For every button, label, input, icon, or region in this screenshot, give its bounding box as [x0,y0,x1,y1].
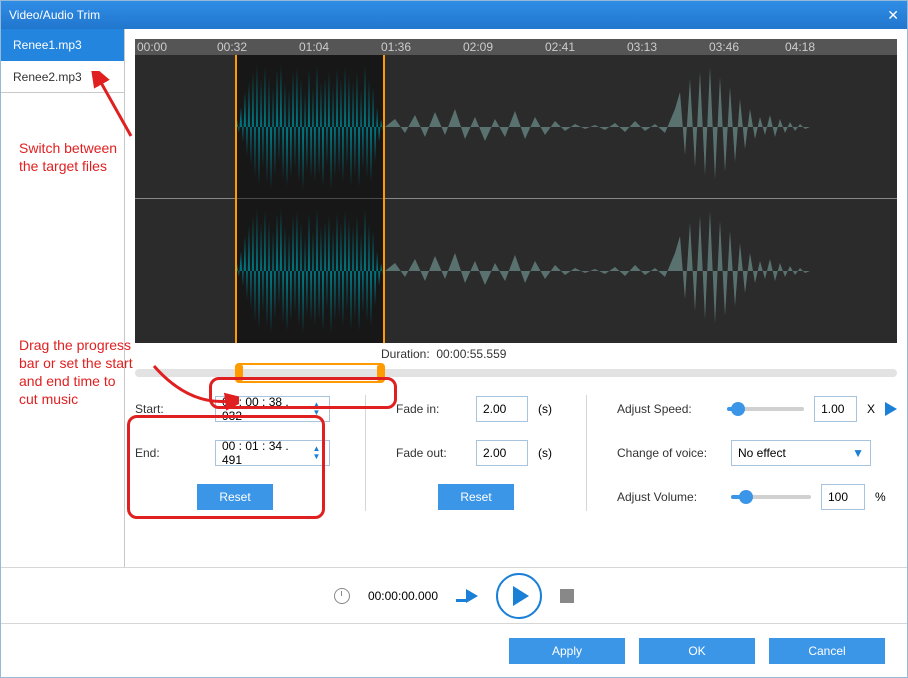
trim-handle-start[interactable] [235,365,243,381]
play-icon [513,586,529,606]
trim-selection[interactable] [235,363,385,383]
fadeout-label: Fade out: [396,446,466,460]
play-button[interactable] [496,573,542,619]
file-item[interactable]: Renee2.mp3 [1,61,124,93]
jump-icon[interactable] [456,589,478,603]
play-preview-icon[interactable] [885,402,897,416]
file-list: Renee1.mp3 Renee2.mp3 [1,29,125,567]
voice-select[interactable]: No effect ▼ [731,440,871,466]
file-item[interactable]: Renee1.mp3 [1,29,124,61]
volume-slider[interactable] [731,495,811,499]
reset-fade-button[interactable]: Reset [438,484,513,510]
fadein-input[interactable]: 2.00 [476,396,528,422]
selection-region[interactable] [235,55,385,343]
fadein-label: Fade in: [396,402,466,416]
speed-label: Adjust Speed: [617,402,717,416]
volume-input[interactable]: 100 [821,484,865,510]
start-label: Start: [135,402,205,416]
end-label: End: [135,446,205,460]
start-time-input[interactable]: 00 : 00 : 38 . 932 ▲▼ [215,396,330,422]
chevron-down-icon: ▼ [852,446,864,460]
speed-slider[interactable] [727,407,804,411]
playback-bar: 00:00:00.000 [1,567,907,623]
time-ruler: 00:00 00:32 01:04 01:36 02:09 02:41 03:1… [135,39,897,55]
reset-time-button[interactable]: Reset [197,484,272,510]
duration-display: Duration: 00:00:55.559 [381,347,897,361]
playback-time: 00:00:00.000 [368,589,438,603]
apply-button[interactable]: Apply [509,638,625,664]
waveform-display[interactable] [135,55,897,343]
speed-input[interactable]: 1.00 [814,396,857,422]
trim-handle-end[interactable] [377,365,385,381]
volume-label: Adjust Volume: [617,490,721,504]
cancel-button[interactable]: Cancel [769,638,885,664]
trim-track[interactable] [135,369,897,377]
dialog-buttons: Apply OK Cancel [1,623,907,677]
end-time-input[interactable]: 00 : 01 : 34 . 491 ▲▼ [215,440,330,466]
title-bar: Video/Audio Trim ✕ [1,1,907,29]
fadeout-input[interactable]: 2.00 [476,440,528,466]
window-title: Video/Audio Trim [9,8,100,22]
clock-icon [334,588,350,604]
close-icon[interactable]: ✕ [887,7,899,24]
voice-label: Change of voice: [617,446,721,460]
chevron-down-icon[interactable]: ▼ [310,409,323,417]
chevron-down-icon[interactable]: ▼ [310,453,323,461]
stop-button[interactable] [560,589,574,603]
ok-button[interactable]: OK [639,638,755,664]
